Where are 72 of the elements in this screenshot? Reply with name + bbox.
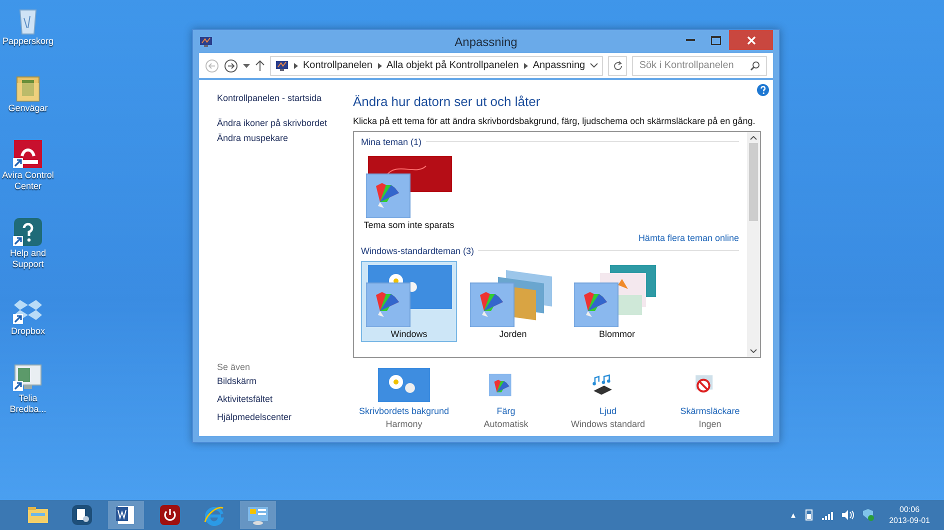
breadcrumb-separator-icon xyxy=(294,62,298,68)
setting-link[interactable]: Ljud xyxy=(599,406,616,416)
clock-time: 00:06 xyxy=(900,504,920,515)
clock-date: 2013-09-01 xyxy=(889,515,930,526)
address-bar[interactable]: Kontrollpanelen Alla objekt på Kontrollpanelen Anpassning xyxy=(270,56,604,76)
refresh-icon xyxy=(612,60,623,70)
browser-e-icon xyxy=(203,504,225,526)
theme-name: Jorden xyxy=(499,329,527,339)
setting-link[interactable]: Skärmsläckare xyxy=(680,406,740,416)
help-icon[interactable] xyxy=(757,84,769,96)
description-text: Klicka på ett tema för att ändra skrivbordsbakgrund, färg, ljudschema och skärmsläckare på en gång. xyxy=(353,116,756,126)
folder-icon xyxy=(27,504,49,526)
shield-check-icon[interactable] xyxy=(862,509,876,521)
theme-tile[interactable]: Blommor xyxy=(569,261,665,342)
monitor-icon xyxy=(275,60,289,72)
theme-tile[interactable]: Tema som inte sparats xyxy=(361,152,457,233)
breadcrumb[interactable]: Alla objekt på Kontrollpanelen xyxy=(386,60,519,71)
theme-name: Windows xyxy=(390,329,428,339)
power-icon xyxy=(159,504,181,526)
theme-name: Blommor xyxy=(598,329,635,339)
see-also-link[interactable]: Hjälpmedelscenter xyxy=(217,411,349,424)
wallpaper-icon[interactable] xyxy=(378,368,430,402)
see-also-link[interactable]: Bildskärm xyxy=(217,375,349,388)
sidebar-link[interactable]: Kontrollpanelen - startsida xyxy=(217,92,349,105)
monitor-icon xyxy=(199,34,213,48)
theme-name: Tema som inte sparats xyxy=(364,220,454,230)
scroll-down-icon[interactable] xyxy=(750,349,757,353)
setting-value: Harmony xyxy=(386,419,422,429)
taskbar-button[interactable] xyxy=(108,501,144,529)
setting-link[interactable]: Skrivbordets bakgrund xyxy=(358,406,450,416)
signal-icon[interactable] xyxy=(822,510,834,520)
group-title: Mina teman (1) xyxy=(361,136,422,146)
see-also-link[interactable]: Aktivitetsfältet xyxy=(217,393,349,406)
setting-value: Windows standard xyxy=(570,419,646,429)
speaker-icon[interactable] xyxy=(842,510,854,520)
online-themes-link[interactable]: Hämta flera teman online xyxy=(638,233,739,243)
breadcrumb[interactable]: Kontrollpanelen xyxy=(303,60,372,71)
dropdown-caret-icon[interactable] xyxy=(243,64,250,68)
group-title: Windows-standardteman (3) xyxy=(361,246,474,256)
document-gear-icon xyxy=(71,504,93,526)
close-icon xyxy=(746,36,756,44)
show-hidden-icons-button[interactable]: ▴ xyxy=(791,510,796,520)
sidebar-link[interactable]: Ändra muspekare xyxy=(217,132,349,145)
scrollbar-thumb[interactable] xyxy=(749,143,758,221)
minimize-icon xyxy=(686,39,694,41)
breadcrumb-separator-icon xyxy=(378,62,382,68)
breadcrumb-separator-icon xyxy=(524,62,528,68)
search-icon xyxy=(750,60,760,70)
refresh-button[interactable] xyxy=(608,56,628,76)
clock[interactable]: 00:06 2013-09-01 xyxy=(889,504,930,526)
scrollbar[interactable] xyxy=(747,132,760,357)
search-field[interactable]: Sök i Kontrollpanelen xyxy=(632,56,767,76)
question-mark-icon[interactable] xyxy=(12,216,44,248)
document-w-icon xyxy=(115,504,137,526)
setting-value: Ingen xyxy=(698,419,722,429)
theme-tile[interactable]: Windows xyxy=(361,261,457,342)
page-heading: Ändra hur datorn ser ut och låter xyxy=(353,94,542,110)
control-panel-icon xyxy=(247,504,269,526)
breadcrumb[interactable]: Anpassning xyxy=(532,60,586,71)
setting-link[interactable]: Färg xyxy=(496,406,516,416)
chevron-down-icon[interactable] xyxy=(590,63,598,68)
window-title: Anpassning xyxy=(454,34,518,48)
see-also-heading: Se även xyxy=(217,362,252,372)
theme-tile[interactable]: Jorden xyxy=(465,261,561,342)
setting-value: Automatisk xyxy=(484,419,528,429)
scroll-up-icon[interactable] xyxy=(750,136,757,140)
up-arrow-icon[interactable] xyxy=(255,60,265,71)
close-button[interactable] xyxy=(729,30,773,50)
maximize-icon xyxy=(711,36,721,44)
sidebar-link[interactable]: Ändra ikoner på skrivbordet xyxy=(217,117,349,130)
battery-plug-icon[interactable] xyxy=(804,509,814,521)
forward-button[interactable] xyxy=(224,58,238,72)
